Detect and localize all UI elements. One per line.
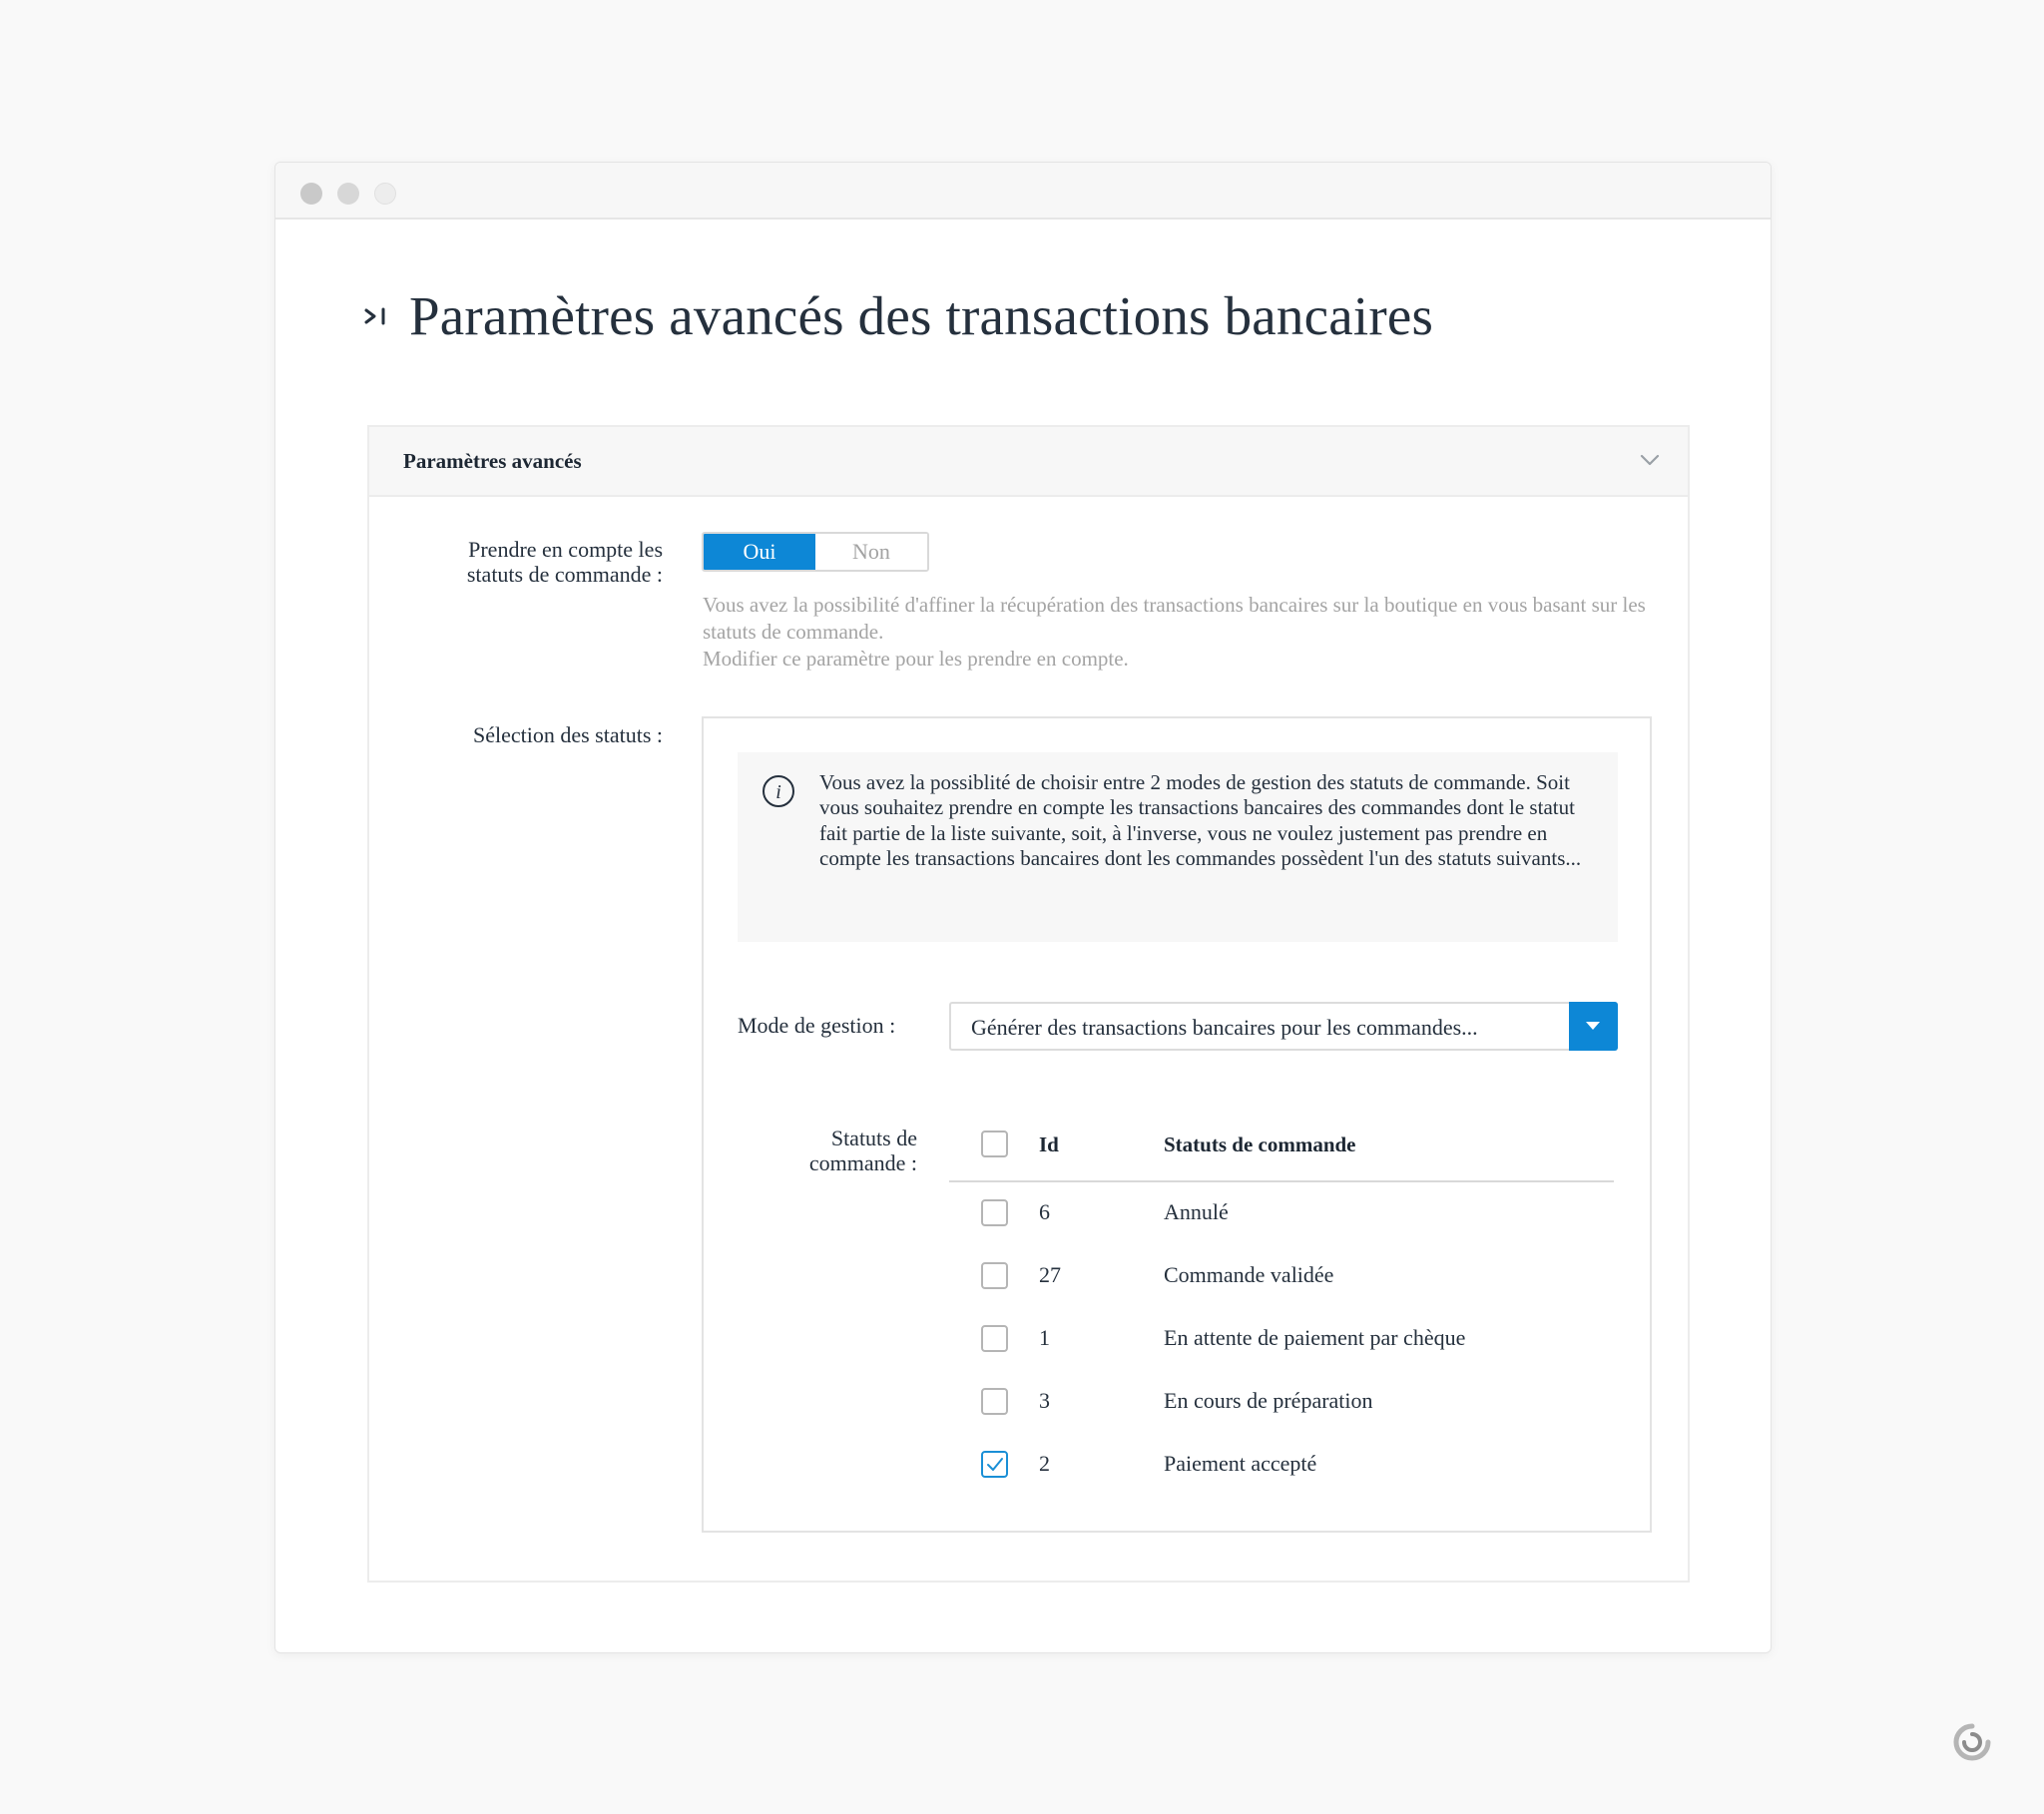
row-checkbox[interactable] bbox=[981, 1262, 1008, 1289]
window-maximize-dot[interactable] bbox=[374, 183, 396, 205]
table-header: Id Statuts de commande bbox=[949, 1123, 1614, 1182]
info-alert: i Vous avez la possiblité de choisir ent… bbox=[738, 752, 1618, 942]
row-status: En attente de paiement par chèque bbox=[1164, 1325, 1466, 1350]
order-status-help: Vous avez la possibilité d'affiner la ré… bbox=[703, 592, 1651, 673]
advanced-settings-panel: Paramètres avancés Prendre en compte les… bbox=[367, 425, 1690, 1583]
window-titlebar bbox=[275, 163, 1771, 220]
order-status-help-line-2: Modifier ce paramètre pour les prendre e… bbox=[703, 647, 1129, 671]
row-checkbox[interactable] bbox=[981, 1325, 1008, 1352]
caret-down-icon bbox=[1586, 1022, 1600, 1030]
row-checkbox[interactable] bbox=[981, 1451, 1008, 1478]
app-window: Paramètres avancés des transactions banc… bbox=[274, 162, 1772, 1653]
window-minimize-dot[interactable] bbox=[337, 183, 359, 205]
header-status: Statuts de commande bbox=[1164, 1133, 1356, 1156]
table-row[interactable]: 2 Paiement accepté bbox=[949, 1434, 1614, 1497]
order-status-toggle-label: Prendre en compte les statuts de command… bbox=[466, 537, 663, 587]
row-id: 2 bbox=[1039, 1451, 1050, 1476]
order-statuses-label: Statuts de commande : bbox=[808, 1126, 917, 1175]
header-id: Id bbox=[1039, 1133, 1059, 1156]
order-status-table: Id Statuts de commande 6 Annulé 27 Comma… bbox=[949, 1123, 1614, 1497]
table-row[interactable]: 3 En cours de préparation bbox=[949, 1371, 1614, 1434]
row-status: Annulé bbox=[1164, 1199, 1229, 1224]
info-icon: i bbox=[763, 775, 794, 807]
row-id: 3 bbox=[1039, 1388, 1050, 1413]
brand-logo-icon bbox=[1953, 1723, 1991, 1761]
checkmark-icon bbox=[987, 1458, 1003, 1471]
row-id: 1 bbox=[1039, 1325, 1050, 1350]
row-id: 27 bbox=[1039, 1262, 1061, 1287]
management-mode-label: Mode de gestion : bbox=[738, 1013, 896, 1038]
table-row[interactable]: 27 Commande validée bbox=[949, 1245, 1614, 1308]
toggle-yes-button[interactable]: Oui bbox=[704, 534, 815, 570]
row-checkbox[interactable] bbox=[981, 1199, 1008, 1226]
table-row[interactable]: 6 Annulé bbox=[949, 1182, 1614, 1245]
status-selection-label: Sélection des statuts : bbox=[472, 722, 663, 747]
row-status: En cours de préparation bbox=[1164, 1388, 1373, 1413]
management-mode-select[interactable]: Générer des transactions bancaires pour … bbox=[949, 1002, 1618, 1051]
page-header: Paramètres avancés des transactions banc… bbox=[363, 284, 1433, 347]
row-status: Paiement accepté bbox=[1164, 1451, 1317, 1476]
svg-text:i: i bbox=[775, 781, 781, 803]
toggle-no-button[interactable]: Non bbox=[815, 534, 927, 570]
chevron-right-bar-icon bbox=[364, 307, 385, 324]
panel-title: Paramètres avancés bbox=[403, 449, 582, 473]
order-status-help-line: Vous avez la possibilité d'affiner la ré… bbox=[703, 593, 1646, 644]
order-status-toggle[interactable]: Oui Non bbox=[702, 532, 929, 572]
table-row[interactable]: 1 En attente de paiement par chèque bbox=[949, 1308, 1614, 1371]
row-id: 6 bbox=[1039, 1199, 1050, 1224]
panel-header[interactable]: Paramètres avancés bbox=[369, 427, 1688, 497]
chevron-down-icon[interactable] bbox=[1640, 453, 1660, 467]
row-checkbox[interactable] bbox=[981, 1388, 1008, 1415]
page-title: Paramètres avancés des transactions banc… bbox=[409, 285, 1434, 346]
management-mode-value: Générer des transactions bancaires pour … bbox=[971, 1015, 1478, 1040]
select-all-checkbox[interactable] bbox=[981, 1131, 1008, 1157]
row-status: Commande validée bbox=[1164, 1262, 1334, 1287]
info-text: Vous avez la possiblité de choisir entre… bbox=[819, 770, 1582, 870]
window-close-dot[interactable] bbox=[300, 183, 322, 205]
status-selection-box: i Vous avez la possiblité de choisir ent… bbox=[702, 716, 1652, 1533]
select-dropdown-button[interactable] bbox=[1569, 1002, 1618, 1051]
